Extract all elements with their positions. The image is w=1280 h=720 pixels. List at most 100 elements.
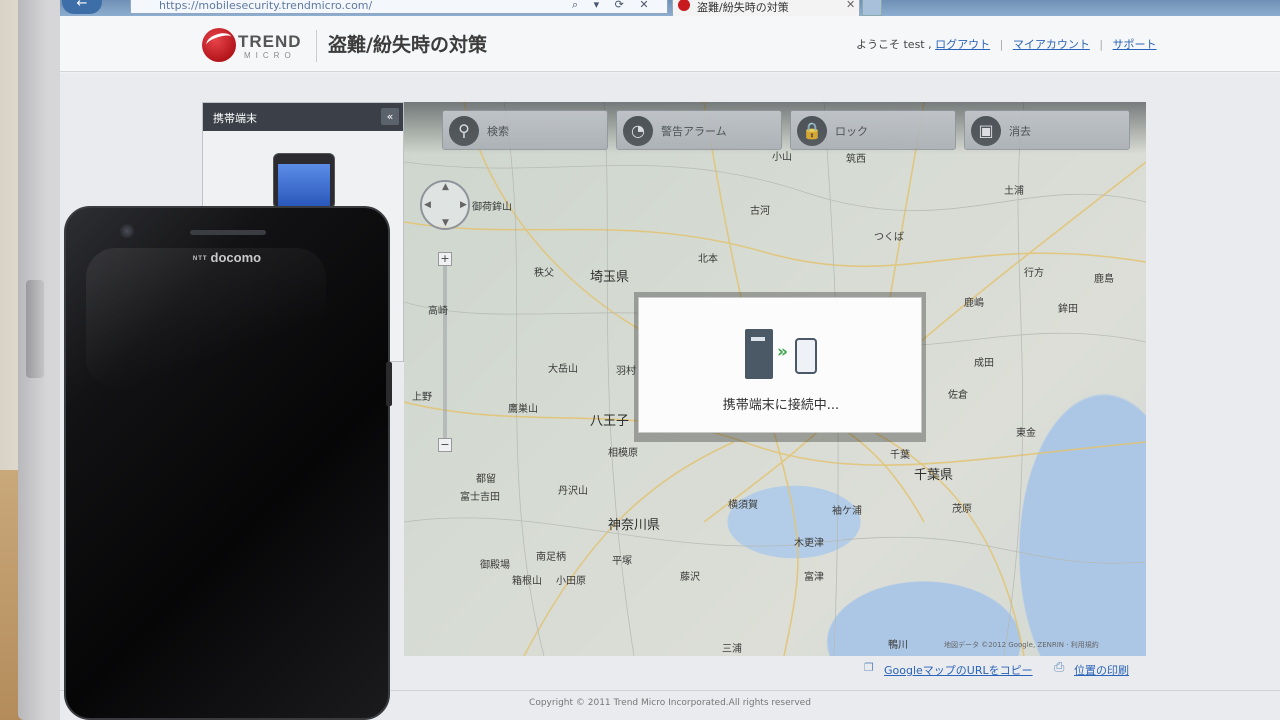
lock-icon: 🔒 — [797, 116, 827, 146]
device-thumbnail-screen — [278, 164, 330, 208]
map-place-label: 小山 — [772, 152, 792, 163]
map-place-label: 小田原 — [556, 576, 586, 587]
map-place-label: 神奈川県 — [608, 518, 661, 533]
map-place-label: 佐倉 — [948, 390, 968, 401]
print-location-link[interactable]: 位置の印刷 — [1054, 660, 1129, 678]
map-action-toolbar: ⚲ 検索 ◔ 警告アラーム 🔒 ロック ▣ 消去 — [404, 102, 1146, 154]
device-thumbnail[interactable] — [273, 153, 335, 209]
back-button[interactable]: ← — [62, 0, 102, 14]
copy-map-url-link[interactable]: GoogleマップのURLをコピー — [864, 661, 1033, 678]
map-place-label: 丹沢山 — [558, 486, 588, 497]
device-panel-header: 携帯端末 « — [203, 103, 403, 131]
nav-separator: | — [999, 38, 1004, 51]
zoom-track[interactable] — [443, 264, 447, 444]
map-place-label: 鴨川 — [888, 640, 908, 651]
map-place-label: 富津 — [804, 572, 824, 583]
map-place-label: 都留 — [476, 474, 496, 485]
map-place-label: 三浦 — [722, 644, 742, 655]
map-place-label: 高崎 — [428, 306, 448, 317]
map-place-label: 茂原 — [952, 504, 972, 515]
map-place-label: 羽村 — [616, 366, 636, 377]
phone-speaker — [190, 230, 266, 235]
map-pan-control[interactable]: ▲ ▼ ◀ ▶ — [420, 180, 470, 230]
map-place-label: 八王子 — [590, 414, 630, 429]
phone-camera-icon — [120, 224, 134, 238]
map-attribution[interactable]: 地図データ ©2012 Google, ZENRIN · 利用規約 — [944, 640, 1099, 650]
address-bar-icons[interactable]: ⌕ ▾ ⟳ ✕ — [572, 0, 666, 14]
connecting-message: 携帯端末に接続中... — [722, 398, 840, 413]
locate-button[interactable]: ⚲ 検索 — [442, 110, 608, 150]
connecting-dialog: » 携帯端末に接続中... — [638, 297, 922, 433]
pan-down-icon[interactable]: ▼ — [442, 218, 449, 228]
location-pin-icon: ⚲ — [449, 116, 479, 146]
tab-active[interactable]: 盗難/紛失時の対策 — [672, 0, 860, 16]
alarm-icon: ◔ — [623, 116, 653, 146]
support-link[interactable]: サポート — [1113, 38, 1157, 51]
pan-left-icon[interactable]: ◀ — [424, 200, 431, 210]
page-title: 盗難/紛失時の対策 — [328, 34, 487, 56]
phone-brand-name: docomo — [210, 250, 262, 265]
map-place-label: 袖ケ浦 — [832, 506, 862, 517]
map-place-label: 藤沢 — [680, 572, 700, 583]
lock-button[interactable]: 🔒 ロック — [790, 110, 956, 150]
alarm-button[interactable]: ◔ 警告アラーム — [616, 110, 782, 150]
server-icon — [745, 329, 773, 379]
map-place-label: 筑西 — [846, 154, 866, 165]
map-place-label: 鷹巣山 — [508, 404, 538, 415]
zoom-in-button[interactable]: + — [438, 252, 452, 266]
locate-button-label: 検索 — [487, 125, 509, 138]
map-place-label: 鹿嶋 — [964, 298, 984, 309]
map-place-label: 相模原 — [608, 448, 638, 459]
map-place-label: 鹿島 — [1094, 274, 1114, 285]
pan-up-icon[interactable]: ▲ — [442, 182, 449, 192]
map-place-label: 大岳山 — [548, 364, 578, 375]
wipe-button[interactable]: ▣ 消去 — [964, 110, 1130, 150]
logo-text-trend: TREND — [238, 32, 302, 51]
smartphone-device: NTT docomo — [64, 206, 390, 720]
map-place-label: 古河 — [750, 206, 770, 217]
map-place-label: 横須賀 — [728, 500, 758, 511]
map-place-label: 箱根山 — [512, 576, 542, 587]
map-place-label: 行方 — [1024, 268, 1044, 279]
map-place-label: 成田 — [974, 358, 994, 369]
map-place-label: 東金 — [1016, 428, 1036, 439]
map-place-label: 埼玉県 — [590, 270, 630, 285]
device-panel-title: 携帯端末 — [213, 112, 257, 125]
wipe-button-label: 消去 — [1009, 125, 1031, 138]
nav-separator: | — [1099, 38, 1104, 51]
laptop-hinge — [26, 280, 44, 378]
map-place-label: 鉾田 — [1058, 304, 1078, 315]
lock-button-label: ロック — [835, 125, 868, 138]
phone-brand-prefix: NTT — [192, 255, 208, 262]
map-place-label: 北本 — [698, 254, 718, 265]
pan-right-icon[interactable]: ▶ — [460, 200, 467, 210]
map-place-label: 御荷鉾山 — [472, 202, 512, 213]
collapse-panel-button[interactable]: « — [381, 108, 399, 125]
map-zoom-control[interactable]: + − — [438, 252, 452, 452]
my-account-link[interactable]: マイアカウント — [1013, 38, 1090, 51]
tab-close-icon[interactable]: ✕ — [846, 0, 855, 11]
arrow-icon: » — [777, 342, 788, 362]
new-tab-button[interactable] — [862, 0, 882, 16]
map-place-label: 御殿場 — [480, 560, 510, 571]
map-place-label: 木更津 — [794, 538, 824, 549]
browser-toolbar: ← https://mobilesecurity.trendmicro.com/… — [60, 0, 1280, 16]
map-place-label: 平塚 — [612, 556, 632, 567]
phone-glare — [86, 248, 326, 388]
site-header: TREND MICRO 盗難/紛失時の対策 ようこそ test , ログアウト … — [60, 16, 1280, 72]
map-place-label: 秩父 — [534, 268, 554, 279]
map-place-label: 千葉県 — [914, 468, 954, 483]
map-place-label: 土浦 — [1004, 186, 1024, 197]
user-nav: ようこそ test , ログアウト | マイアカウント | サポート — [856, 36, 1157, 52]
zoom-out-button[interactable]: − — [438, 438, 452, 452]
phone-side-button — [386, 362, 392, 406]
map-place-label: 千葉 — [890, 450, 910, 461]
alarm-button-label: 警告アラーム — [661, 125, 727, 138]
trash-icon: ▣ — [971, 116, 1001, 146]
map-place-label: 南足柄 — [536, 552, 566, 563]
welcome-text: ようこそ test , — [856, 38, 932, 51]
map-place-label: 上野 — [412, 392, 432, 403]
phone-icon — [795, 338, 817, 374]
logo-text-micro: MICRO — [244, 51, 296, 60]
logout-link[interactable]: ログアウト — [935, 38, 990, 51]
